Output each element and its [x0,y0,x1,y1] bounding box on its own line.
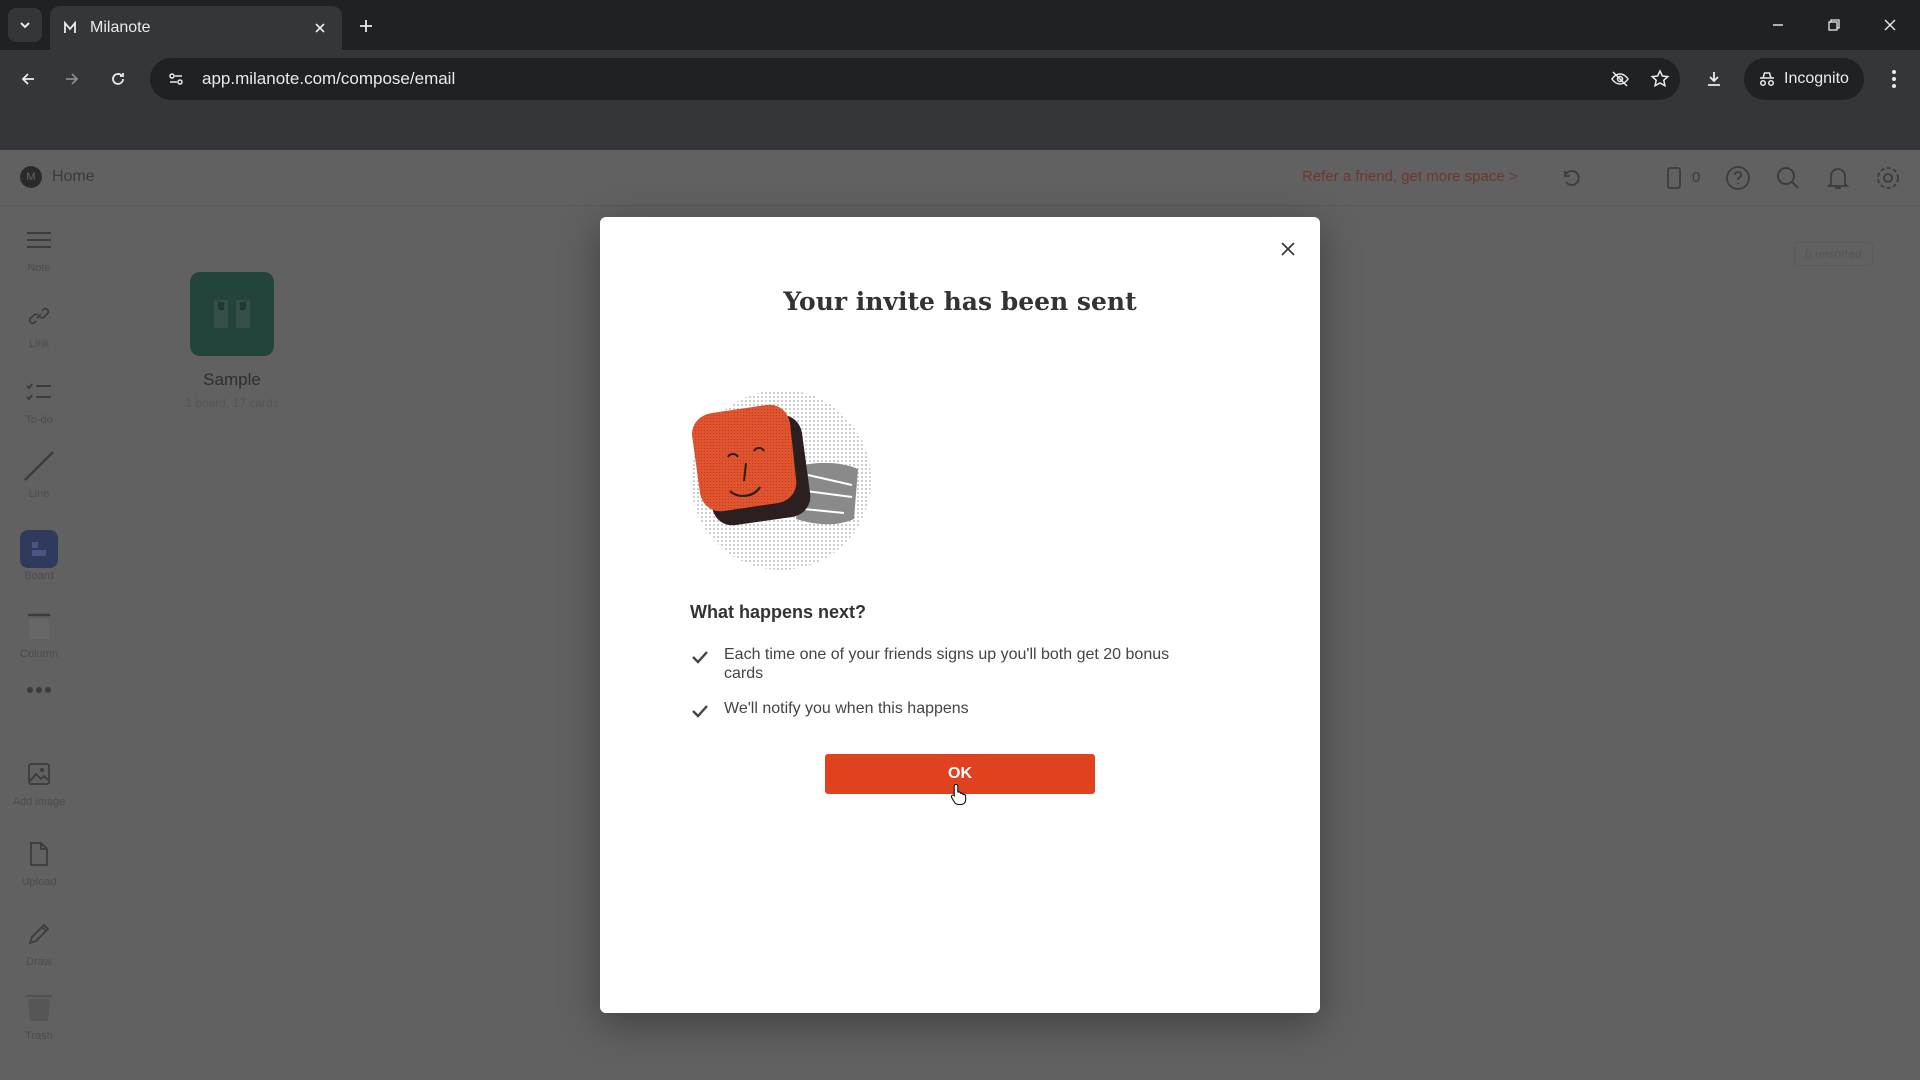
minimize-icon [1773,24,1783,26]
line-icon [19,446,59,486]
refer-friend-link[interactable]: Refer a friend, get more space > [1302,168,1518,185]
sidebar-tool-more[interactable] [0,670,78,710]
arrow-left-icon [21,73,34,85]
phone-icon[interactable] [1658,162,1690,194]
home-label: Home [52,168,95,185]
board-icon [20,530,58,568]
checkmark-icon [692,651,708,664]
back-button[interactable] [10,61,46,97]
browser-toolbar: app.milanote.com/compose/email Incognito [0,50,1920,108]
draw-icon [19,914,59,954]
forward-button[interactable] [54,61,90,97]
browser-tab[interactable]: Milanote [50,6,342,50]
site-info-icon[interactable] [156,70,196,88]
milanote-favicon-icon [62,20,78,36]
gear-icon[interactable] [1872,162,1904,194]
close-window-button[interactable] [1862,0,1918,50]
upload-icon [19,834,59,874]
sidebar-tool-line[interactable]: Line [0,446,78,500]
checkmark-icon [692,705,708,718]
sidebar-tool-label: Link [28,338,50,350]
undo-icon[interactable] [1555,162,1587,194]
star-icon[interactable] [1640,69,1680,89]
sidebar-tool-board[interactable]: Board [0,530,78,582]
hand-cursor-icon [950,783,967,805]
card-count: 0 [1692,169,1701,186]
browser-menu-button[interactable] [1876,61,1912,97]
list-item: We'll notify you when this happens [690,699,1210,721]
sidebar-tool-label: Trash [25,1030,53,1042]
sidebar-tool-label: Column [20,648,58,660]
next-steps-list: Each time one of your friends signs up y… [690,645,1210,737]
incognito-label: Incognito [1784,70,1849,87]
tab-strip: Milanote [0,0,1920,50]
sidebar-tool-label: Line [28,488,50,500]
reload-icon [112,73,124,85]
downloads-button[interactable] [1696,61,1732,97]
tools-sidebar: Note Link To-do Line Board Column Add im… [0,206,78,1080]
home-link[interactable]: M Home [20,166,95,188]
note-icon [19,220,59,260]
board-card-sample[interactable]: Sample 1 board, 17 cards [152,272,312,410]
url-text[interactable]: app.milanote.com/compose/email [202,69,1600,89]
next-step-text: Each time one of your friends signs up y… [724,646,1170,682]
eye-off-icon[interactable] [1600,69,1640,89]
board-name: Sample [203,370,261,389]
todo-icon [19,372,59,412]
sidebar-tool-link[interactable]: Link [0,296,78,350]
sidebar-tool-label: Add image [12,796,66,808]
reload-button[interactable] [100,61,136,97]
chevron-down-icon [20,22,30,29]
sidebar-tool-add-image[interactable]: Add image [0,754,78,808]
incognito-badge[interactable]: Incognito [1744,58,1864,100]
sidebar-tool-label: Draw [26,956,52,968]
more-icon [19,670,59,710]
close-icon [1884,19,1896,31]
tab-close-icon[interactable] [310,18,330,38]
app-header: M Home Refer a friend, get more space > … [0,150,1920,206]
list-item: Each time one of your friends signs up y… [690,645,1210,683]
bell-icon[interactable] [1822,162,1854,194]
sidebar-tool-label: Upload [21,876,57,888]
sidebar-tool-note[interactable]: Note [0,220,78,274]
sidebar-tool-todo[interactable]: To-do [0,372,78,426]
download-icon [1708,72,1720,86]
bookmark-bar [0,108,1920,150]
sidebar-tool-trash[interactable]: Trash [0,988,78,1042]
unsorted-badge[interactable]: 0 unsorted [1794,242,1873,266]
board-meta: 1 board, 17 cards [185,396,279,410]
address-bar[interactable]: app.milanote.com/compose/email [150,58,1680,100]
sidebar-tool-label: Note [27,262,51,274]
milanote-logo-icon: M [20,166,42,188]
trash-icon [19,988,59,1028]
incognito-icon [1759,72,1775,87]
search-icon[interactable] [1772,162,1804,194]
modal-close-button[interactable] [1274,235,1302,263]
minimize-button[interactable] [1750,0,1806,50]
restore-button[interactable] [1806,0,1862,50]
restore-icon [1828,19,1840,31]
image-icon [19,754,59,794]
next-steps-title: What happens next? [690,602,867,622]
sidebar-tool-draw[interactable]: Draw [0,914,78,968]
kebab-menu-icon [1892,70,1896,88]
arrow-right-icon [66,73,79,85]
next-step-text: We'll notify you when this happens [724,700,969,717]
tab-search-button[interactable] [8,8,42,42]
sidebar-tool-upload[interactable]: Upload [0,834,78,888]
plus-icon [360,20,372,32]
sidebar-tool-label: Board [24,570,54,582]
flying-card-illustration [691,390,871,570]
board-thumbnail-icon [190,272,274,356]
invite-sent-modal: Your invite has been sent What happens n… [600,217,1320,1013]
modal-title: Your invite has been sent [783,287,1137,316]
column-icon [19,606,59,646]
close-icon [1281,242,1295,256]
link-icon [19,296,59,336]
new-tab-button[interactable] [352,12,380,40]
help-icon[interactable] [1722,162,1754,194]
tab-title: Milanote [90,19,151,36]
sidebar-tool-label: To-do [25,414,53,426]
sidebar-tool-column[interactable]: Column [0,606,78,660]
